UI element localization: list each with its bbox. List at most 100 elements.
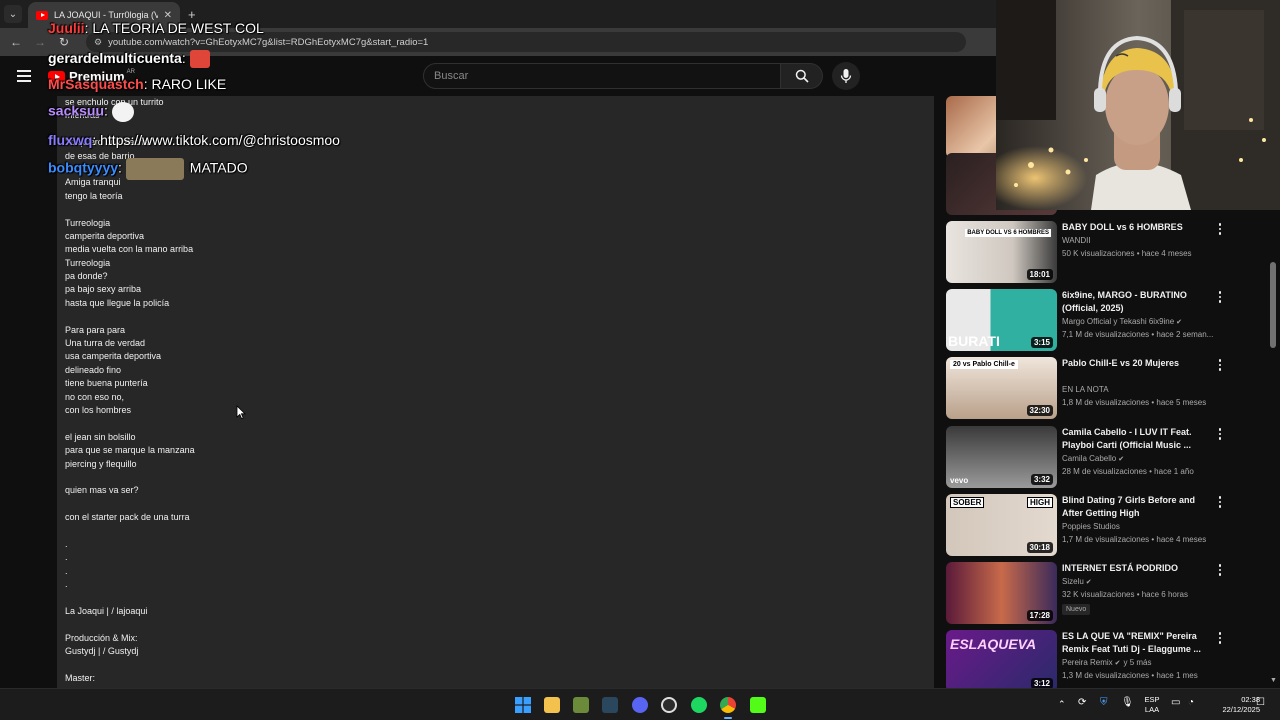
video-thumbnail[interactable]: BABY DOLL VS 6 HOMBRES 18:01 [946,221,1057,283]
related-video-card[interactable]: SOBER HIGH 30:18 Blind Dating 7 Girls Befor… [946,494,1274,558]
description-line: media vuelta con la mano arriba [65,244,194,255]
video-duration: 3:32 [1030,474,1053,485]
related-video-card[interactable]: 17:28 INTERNET ESTÁ PODRIDO Sizelu ✔ 32 K v… [946,562,1274,626]
browser-tab-strip: ⌄ LA JOAQUI - Turr0logia (Video ✕ + [0,0,996,28]
video-meta: 50 K visualizaciones • hace 4 meses [1062,249,1192,258]
video-title[interactable]: Pablo Chill-E vs 20 Mujeres [1062,357,1214,370]
thumbnail-text: ESLAQUEVA [950,636,1037,652]
video-thumbnail[interactable]: SOBER HIGH 30:18 [946,494,1057,556]
channel-name: Margo Official y Tekashi 6ix9ine [1062,317,1175,326]
more-actions-icon[interactable] [1214,564,1226,578]
thumbnail-text: BURATI [948,333,1000,349]
more-actions-icon[interactable] [1214,223,1226,237]
show-hidden-icons[interactable]: ⌃ [1058,699,1066,709]
video-channel[interactable]: WANDII [1062,236,1091,245]
related-video-card[interactable]: BURATI 3:15 6ix9ine, MARGO - BURATINO (Off… [946,289,1274,353]
more-actions-icon[interactable] [1214,359,1226,373]
description-line [65,123,934,136]
video-title[interactable]: INTERNET ESTÁ PODRIDO [1062,562,1214,575]
new-tab-button[interactable]: + [188,7,196,22]
description-line: . [65,552,68,563]
verified-icon: ✔ [1112,660,1121,667]
video-channel[interactable]: EN LA NOTA [1062,385,1109,394]
search-button[interactable] [781,63,823,89]
wifi-icon[interactable]: ◔ [1188,698,1194,708]
description-line [65,163,934,176]
sync-icon[interactable]: ⟳ [1078,698,1086,708]
youtube-premium-logo[interactable]: Premium AR [48,69,135,84]
video-thumbnail[interactable]: ESLAQUEVA 3:12 [946,630,1057,688]
browser-tab-active[interactable]: LA JOAQUI - Turr0logia (Video ✕ [28,2,180,28]
youtube-logo-icon [48,70,65,83]
video-title[interactable]: Camila Cabello - I LUV IT Feat. Playboi … [1062,426,1214,452]
description-line: tiene buena puntería [65,378,148,389]
network-icon[interactable]: ▭ [1171,698,1180,708]
back-icon[interactable]: ← [4,35,28,49]
channel-name: WANDII [1062,236,1091,245]
description-line: Producción & Mix: [65,632,138,643]
related-video-card[interactable]: vevo 3:32 Camila Cabello - I LUV IT Feat. … [946,426,1274,490]
related-video-card[interactable]: ESLAQUEVA 3:12 ES LA QUE VA "REMIX" Pereir… [946,630,1274,688]
thumbnail-text: SOBER [950,497,985,508]
site-info-icon[interactable]: ⚙ [94,37,102,48]
video-channel[interactable]: Sizelu ✔ [1062,577,1092,586]
forward-icon[interactable]: → [28,35,52,49]
description-line [65,525,934,538]
video-title[interactable]: BABY DOLL vs 6 HOMBRES [1062,221,1214,234]
sidebar-scrollbar[interactable] [1270,262,1276,348]
related-video-card[interactable]: BABY DOLL VS 6 HOMBRES 18:01 BABY DOLL vs … [946,221,1274,285]
minecraft-icon[interactable] [573,697,589,713]
security-icon[interactable]: ⛨ [1100,698,1108,708]
notifications-icon[interactable]: ☐ [1256,698,1265,708]
more-actions-icon[interactable] [1214,496,1226,510]
video-thumbnail[interactable]: 20 vs Pablo Chill-e 32:30 [946,357,1057,419]
video-thumbnail[interactable]: vevo 3:32 [946,426,1057,488]
start-icon[interactable] [515,697,531,713]
logo-text: Premium [69,69,125,84]
video-channel[interactable]: Margo Official y Tekashi 6ix9ine ✔ [1062,317,1182,326]
video-meta: 1,3 M de visualizaciones • hace 1 mes [1062,671,1198,680]
video-thumbnail[interactable]: 17:28 [946,562,1057,624]
scroll-down-arrow-icon[interactable]: ▼ [1270,677,1277,684]
related-video-card[interactable]: 20 vs Pablo Chill-e 32:30 Pablo Chill-E vs… [946,357,1274,421]
more-actions-icon[interactable] [1214,291,1226,305]
description-line: usa camperita deportiva [65,351,162,362]
file-explorer-icon[interactable] [544,697,560,713]
description-line: . [65,579,68,590]
description-line: para que se marque la manzana [65,445,195,456]
video-channel[interactable]: Poppies Studios [1062,522,1120,531]
thumbnail-text: BABY DOLL VS 6 HOMBRES [965,229,1051,237]
kick-icon[interactable] [750,697,766,713]
browser-toolbar: ← → ↻ ⚙ youtube.com/watch?v=GhEotyxMC7g&… [0,28,996,56]
reload-icon[interactable]: ↻ [52,35,76,49]
description-line [65,310,934,323]
video-title[interactable]: ES LA QUE VA "REMIX" Pereira Remix Feat … [1062,630,1214,656]
search-icon [795,69,809,83]
video-channel[interactable]: Pereira Remix ✔ y 5 más [1062,658,1152,667]
language-indicator[interactable]: ESP LAA [1140,695,1164,715]
video-title[interactable]: Blind Dating 7 Girls Before and After Ge… [1062,494,1214,520]
discord-icon[interactable] [632,697,648,713]
video-channel[interactable]: Camila Cabello ✔ [1062,454,1124,463]
channel-name: Sizelu [1062,577,1084,586]
menu-icon[interactable] [17,70,31,82]
microphone-icon [840,69,852,83]
microphone-tray-icon[interactable]: 🎙 [1121,698,1134,708]
more-actions-icon[interactable] [1214,428,1226,442]
address-bar[interactable]: ⚙ youtube.com/watch?v=GhEotyxMC7g&list=R… [86,32,966,52]
spotify-icon[interactable] [691,697,707,713]
voice-search-button[interactable] [832,62,860,90]
video-thumbnail[interactable]: BURATI 3:15 [946,289,1057,351]
tab-close-icon[interactable]: ✕ [164,10,172,21]
steam-icon[interactable] [602,697,618,713]
chrome-icon[interactable] [720,697,736,713]
thumbnail-text: HIGH [1027,497,1053,508]
search-input[interactable]: Buscar [423,63,781,89]
tab-search-icon[interactable]: ⌄ [4,5,22,23]
description-line: quien mas va ser? [65,485,139,496]
more-actions-icon[interactable] [1214,632,1226,646]
video-title[interactable]: 6ix9ine, MARGO - BURATINO (Official, 202… [1062,289,1214,315]
obs-icon[interactable] [661,697,677,713]
video-duration: 17:28 [1026,610,1053,621]
clock[interactable]: 02:38 22/12/2025 [1200,695,1260,715]
